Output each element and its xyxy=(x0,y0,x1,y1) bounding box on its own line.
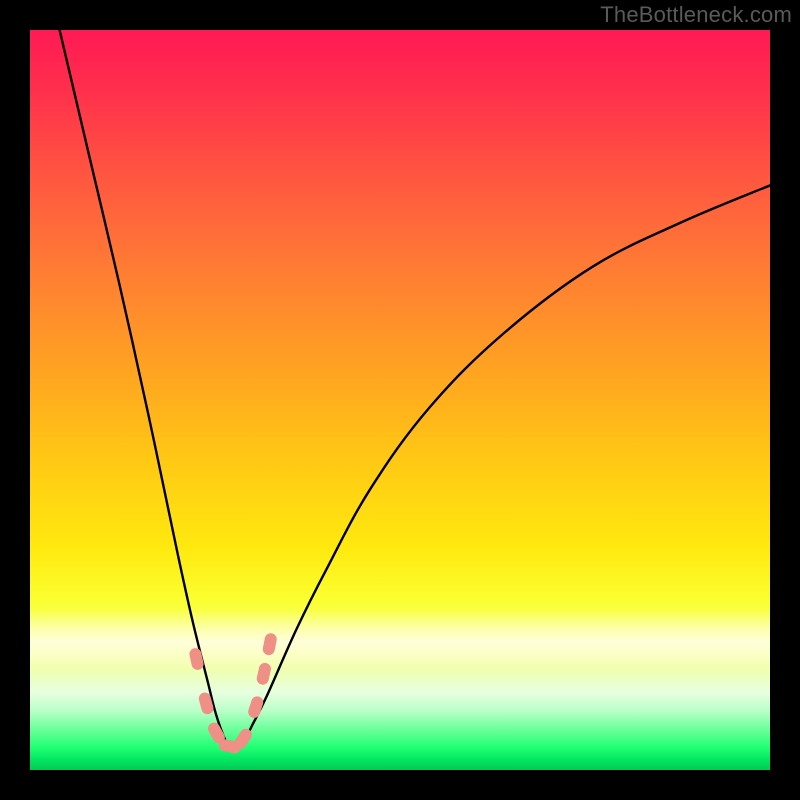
trough-marker xyxy=(197,691,214,715)
trough-markers-group xyxy=(188,632,277,754)
trough-marker xyxy=(256,662,273,686)
chart-frame: TheBottleneck.com xyxy=(0,0,800,800)
trough-marker xyxy=(262,632,278,656)
trough-marker xyxy=(188,647,204,671)
plot-area xyxy=(30,30,770,770)
curve-svg xyxy=(30,30,770,770)
watermark-text: TheBottleneck.com xyxy=(600,2,792,28)
bottleneck-curve xyxy=(60,30,770,749)
